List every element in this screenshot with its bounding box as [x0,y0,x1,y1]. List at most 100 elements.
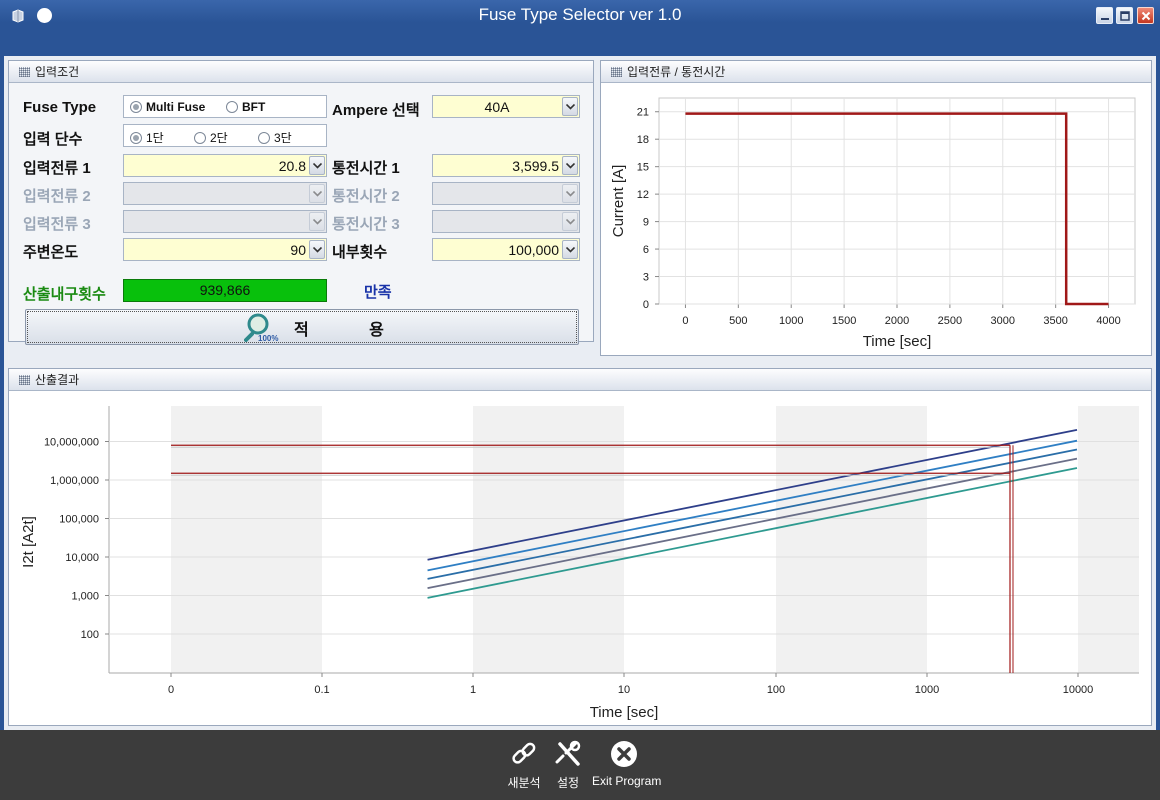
i2t-chart: 1001,00010,000100,0001,000,00010,000,000… [20,406,1139,721]
y-tick-label: 10,000 [65,552,99,564]
x-axis-label: Time [sec] [863,333,932,350]
dropdown-button[interactable] [562,97,578,116]
y-tick-label: 3 [643,272,649,284]
decade-band [473,406,624,673]
radio-dot [226,101,238,113]
fuse-type-group: Multi Fuse BFT [123,95,327,118]
time3-select [432,210,580,233]
radio-dot [258,132,270,144]
apply-button-label: 적 용 [294,322,412,339]
x-tick-label: 1500 [832,315,856,327]
current1-label: 입력전류 1 [23,160,91,177]
ampere-select[interactable]: 40A [432,95,580,118]
grip-icon [611,67,622,77]
radio-stage-2[interactable]: 2단 [194,129,228,146]
x-tick-label: 100 [767,684,785,696]
panel-header: 산출결과 [9,369,1151,391]
time1-value: 3,599.5 [512,158,559,174]
reanalyze-button[interactable]: 새분석 [506,740,542,791]
ambient-value: 90 [290,242,306,258]
close-icon [1141,11,1151,21]
calc-count-label: 산출내구횟수 [23,286,106,303]
x-tick-label: 10000 [1063,684,1094,696]
time2-label: 통전시간 2 [332,188,400,205]
maximize-button[interactable] [1116,7,1133,24]
y-tick-label: 0 [643,299,649,311]
dropdown-button [309,184,325,203]
chevron-down-icon [566,247,575,253]
grip-icon [19,375,30,385]
y-tick-label: 100,000 [59,514,99,526]
internal-count-value: 100,000 [508,242,559,258]
current-time-panel-title: 입력전류 / 통전시간 [627,65,726,79]
y-tick-label: 10,000,000 [44,437,99,449]
x-tick-label: 1000 [779,315,803,327]
radio-multi-fuse[interactable]: Multi Fuse [130,100,205,114]
x-tick-label: 0 [682,315,688,327]
time1-label: 통전시간 1 [332,160,400,177]
radio-dot [194,132,206,144]
radio-dot [130,101,142,113]
chevron-down-icon [313,191,322,197]
chevron-down-icon [313,163,322,169]
y-tick-label: 1,000,000 [50,475,99,487]
radio-dot [130,132,142,144]
dropdown-button [562,212,578,231]
time3-label: 통전시간 3 [332,216,400,233]
exit-label: Exit Program [592,774,662,788]
ambient-select[interactable]: 90 [123,238,327,261]
decade-band [1078,406,1139,673]
input-panel-title: 입력조건 [35,65,80,79]
zoom-badge: 100% [258,334,279,343]
internal-count-select[interactable]: 100,000 [432,238,580,261]
radio-stage-1[interactable]: 1단 [130,129,164,146]
x-tick-label: 0 [168,684,174,696]
time1-select[interactable]: 3,599.5 [432,154,580,177]
window-title: Fuse Type Selector ver 1.0 [478,5,682,24]
reanalyze-label: 새분석 [507,776,541,790]
x-tick-label: 1000 [915,684,939,696]
dropdown-button[interactable] [562,240,578,259]
time2-select [432,182,580,205]
decade-band [776,406,927,673]
apply-button[interactable]: 100% 적 용 [25,309,579,345]
x-axis-label: Time [sec] [590,704,659,721]
dropdown-button[interactable] [309,156,325,175]
minimize-button[interactable] [1096,7,1113,24]
settings-button[interactable]: 설정 [551,740,585,791]
result-panel-title: 산출결과 [35,373,80,387]
x-tick-label: 10 [618,684,630,696]
link-icon [512,742,536,764]
client-area: 입력조건 Fuse Type Multi Fuse BFT Ampere 선택 … [4,56,1156,730]
y-tick-label: 15 [637,162,649,174]
panel-header: 입력조건 [9,61,593,83]
radio-stage-1-label: 1단 [146,131,164,145]
input-conditions-panel: 입력조건 Fuse Type Multi Fuse BFT Ampere 선택 … [8,60,594,345]
ambient-label: 주변온도 [23,244,79,261]
radio-bft[interactable]: BFT [226,100,265,114]
x-tick-label: 3000 [991,315,1015,327]
minimize-icon [1101,18,1109,20]
dropdown-button[interactable] [309,240,325,259]
bottom-toolbar: 새분석 설정 Exit Program [0,730,1160,800]
x-tick-label: 3500 [1043,315,1067,327]
y-tick-label: 12 [637,189,649,201]
radio-multi-fuse-label: Multi Fuse [146,100,206,114]
close-button[interactable] [1137,7,1154,24]
exit-button[interactable]: Exit Program [592,740,662,788]
radio-stage-3[interactable]: 3단 [258,129,292,146]
current-time-chart: 0 500 1000 1500 2000 2500 3000 3500 4000 0 3 6 9 12 15… [610,97,1136,350]
x-tick-label: 0.1 [314,684,329,696]
current1-select[interactable]: 20.8 [123,154,327,177]
ampere-value: 40A [484,99,510,115]
ampere-label: Ampere 선택 [332,102,420,119]
current3-select [123,210,327,233]
y-axis-label: I2t [A2t] [20,516,37,568]
y-tick-label: 100 [81,629,99,641]
settings-label: 설정 [556,776,580,790]
chevron-down-icon [313,219,322,225]
chevron-down-icon [313,247,322,253]
dropdown-button[interactable] [562,156,578,175]
chevron-down-icon [566,163,575,169]
x-tick-label: 4000 [1096,315,1120,327]
